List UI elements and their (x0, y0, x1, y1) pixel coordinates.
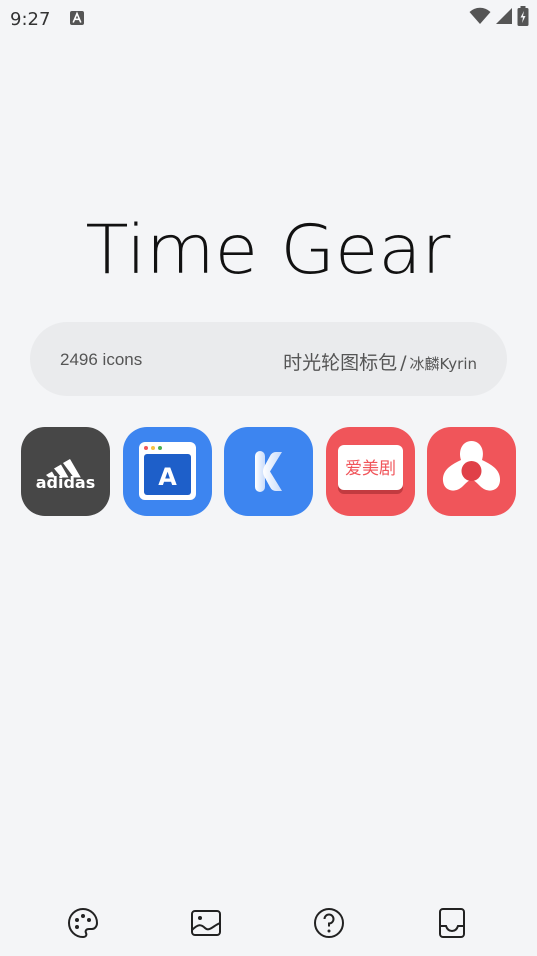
a-app-label: A (158, 463, 177, 491)
icon-preview-row: adidas A 爱美剧 (21, 427, 516, 516)
adobe-air-icon[interactable] (427, 427, 516, 516)
app-title: Time Gear (86, 211, 451, 290)
aimeiju-label: 爱美剧 (345, 459, 396, 479)
status-time: 9:27 (10, 9, 51, 30)
pack-info: 时光轮图标包 / 冰麟Kyrin (283, 348, 477, 375)
image-icon[interactable] (189, 906, 223, 940)
adidas-label: adidas (36, 473, 96, 492)
question-icon[interactable] (312, 906, 346, 940)
title-banner: Time Gear (0, 200, 537, 290)
k-letter-icon[interactable] (224, 427, 313, 516)
signal-icon (495, 7, 513, 30)
battery-charging-icon (517, 5, 529, 31)
inbox-icon[interactable] (435, 906, 469, 940)
aimeiju-icon[interactable]: 爱美剧 (325, 427, 415, 516)
status-bar: 9:27 (0, 0, 537, 36)
pack-separator: / (400, 352, 407, 374)
a-letter-icon (70, 11, 84, 25)
icon-count: 2496 icons (60, 350, 143, 369)
adidas-icon[interactable]: adidas (21, 427, 110, 516)
pack-author: 冰麟Kyrin (409, 355, 477, 373)
wifi-icon (469, 7, 491, 30)
status-icons (469, 5, 529, 31)
a-letter-window-icon[interactable]: A (122, 427, 212, 516)
bottom-nav (0, 900, 537, 946)
pack-name: 时光轮图标包 (283, 352, 398, 374)
palette-icon[interactable] (66, 906, 100, 940)
info-card[interactable]: 2496 icons 时光轮图标包 / 冰麟Kyrin (30, 322, 507, 396)
